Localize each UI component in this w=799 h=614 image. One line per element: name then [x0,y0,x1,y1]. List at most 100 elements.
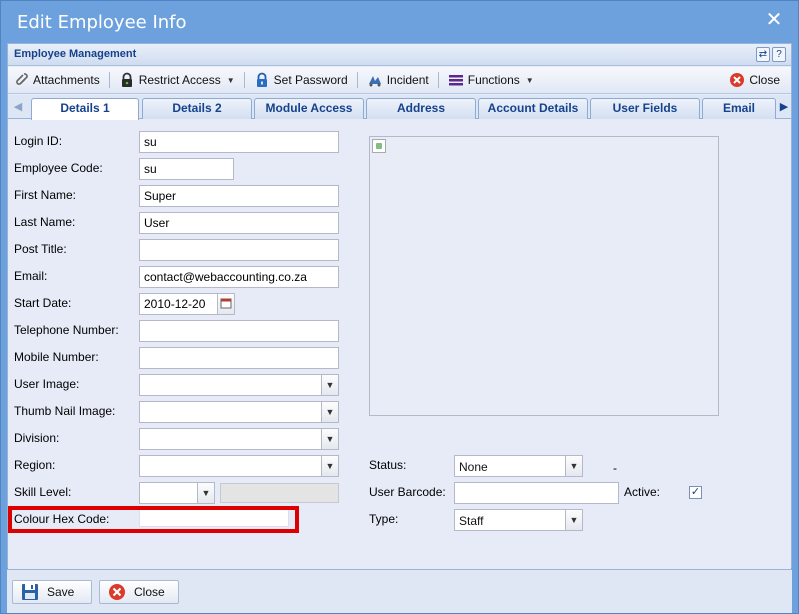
chevron-down-icon: ▼ [525,75,534,85]
footer-bar: Save Close [7,569,792,613]
user-barcode-input[interactable] [454,482,619,504]
chevron-down-icon[interactable]: ▼ [321,429,338,449]
close-circle-icon [729,72,745,88]
toolbar-close-button[interactable]: Close [724,69,785,91]
chevron-down-icon[interactable]: ▼ [321,456,338,476]
toolbar-separator [437,72,439,88]
toolbar: Attachments Restrict Access ▼ Set Passwo… [8,67,791,94]
skill-level-label: Skill Level: [14,485,72,499]
post-title-input[interactable] [139,239,339,261]
set-password-button[interactable]: Set Password [249,69,353,91]
save-button[interactable]: Save [12,580,92,604]
highlight-box [8,506,299,533]
calendar-icon[interactable] [217,293,235,315]
user-barcode-label: User Barcode: [369,485,446,499]
close-label: Close [134,585,165,599]
close-button[interactable]: Close [99,580,179,604]
chevron-down-icon[interactable]: ▼ [565,510,582,530]
incident-label: Incident [386,73,429,87]
incident-button[interactable]: Incident [362,69,434,91]
functions-label: Functions [467,73,520,87]
tab-email[interactable]: Email [702,98,776,119]
post-title-label: Post Title: [14,242,67,256]
user-image-select[interactable]: ▼ [139,374,339,396]
attachments-label: Attachments [33,73,100,87]
tab-address[interactable]: Address [366,98,476,119]
region-label: Region: [14,458,56,472]
help-icon[interactable]: ? [772,47,786,62]
mobile-label: Mobile Number: [14,350,99,364]
tab-user-fields[interactable]: User Fields [590,98,700,119]
skill-level-select[interactable]: ▼ [139,482,215,504]
padlock-icon [254,72,270,88]
chevron-down-icon[interactable]: ▼ [565,456,582,476]
tab-scroll-right-icon[interactable]: ▶ [777,98,791,116]
thumb-image-select[interactable]: ▼ [139,401,339,423]
toolbar-separator [356,72,358,88]
status-label: Status: [369,458,407,472]
status-select[interactable]: None ▼ [454,455,583,477]
close-circle-icon [108,583,126,601]
type-label: Type: [369,512,399,526]
employee-code-label: Employee Code: [14,161,103,175]
restrict-access-label: Restrict Access [138,73,221,87]
tab-scroll-left-icon[interactable]: ◀ [11,98,25,116]
start-date-input[interactable] [139,293,218,315]
start-date-label: Start Date: [14,296,72,310]
save-label: Save [47,585,75,599]
details-1-form: Login ID: Employee Code: First Name: Las… [8,120,791,569]
tab-details-1[interactable]: Details 1 [31,98,139,120]
email-input[interactable] [139,266,339,288]
floppy-disk-icon [21,583,39,601]
window-titlebar[interactable]: Edit Employee Info ✕ [1,1,798,43]
thumb-image-label: Thumb Nail Image: [14,404,116,418]
user-image-preview [369,136,719,416]
status-value: None [459,460,488,474]
first-name-label: First Name: [14,188,77,202]
tab-account-details[interactable]: Account Details [478,98,588,119]
employee-management-panel: Employee Management ⇄ ? Attachments Rest… [7,43,792,569]
window-title: Edit Employee Info [17,12,187,33]
mobile-input[interactable] [139,347,339,369]
chevron-down-icon[interactable]: ▼ [321,402,338,422]
telephone-input[interactable] [139,320,339,342]
edit-employee-window: Edit Employee Info ✕ Employee Management… [0,0,799,614]
list-icon [448,72,464,88]
paperclip-icon [13,72,29,88]
division-select[interactable]: ▼ [139,428,339,450]
set-password-label: Set Password [273,73,348,87]
refresh-icon[interactable]: ⇄ [756,47,770,62]
attachments-button[interactable]: Attachments [8,69,105,91]
telephone-label: Telephone Number: [14,323,119,337]
functions-button[interactable]: Functions ▼ [443,69,539,91]
chevron-down-icon[interactable]: ▼ [321,375,338,395]
tab-strip: ◀ Details 1 Details 2 Module Access Addr… [8,95,791,120]
restrict-access-button[interactable]: Restrict Access ▼ [114,69,240,91]
status-suffix: - [613,461,617,475]
toolbar-separator [108,72,110,88]
tab-details-2[interactable]: Details 2 [142,98,252,119]
active-label: Active: [624,485,661,499]
user-image-label: User Image: [14,377,80,391]
region-select[interactable]: ▼ [139,455,339,477]
type-value: Staff [459,514,484,528]
first-name-input[interactable] [139,185,339,207]
employee-code-input[interactable] [139,158,234,180]
login-id-input[interactable] [139,131,339,153]
window-close-icon[interactable]: ✕ [764,10,784,30]
type-select[interactable]: Staff ▼ [454,509,583,531]
division-label: Division: [14,431,60,445]
login-id-label: Login ID: [14,134,63,148]
skill-level-display [220,483,339,503]
toolbar-separator [243,72,245,88]
tab-module-access[interactable]: Module Access [254,98,364,119]
broken-image-icon [372,139,386,153]
lock-icon [119,72,135,88]
active-checkbox[interactable]: ✓ [689,486,702,499]
chevron-down-icon: ▼ [226,75,235,85]
last-name-input[interactable] [139,212,339,234]
incident-icon [367,72,383,88]
toolbar-close-label: Close [749,73,780,87]
panel-header: Employee Management ⇄ ? [8,44,791,66]
chevron-down-icon[interactable]: ▼ [197,483,214,503]
